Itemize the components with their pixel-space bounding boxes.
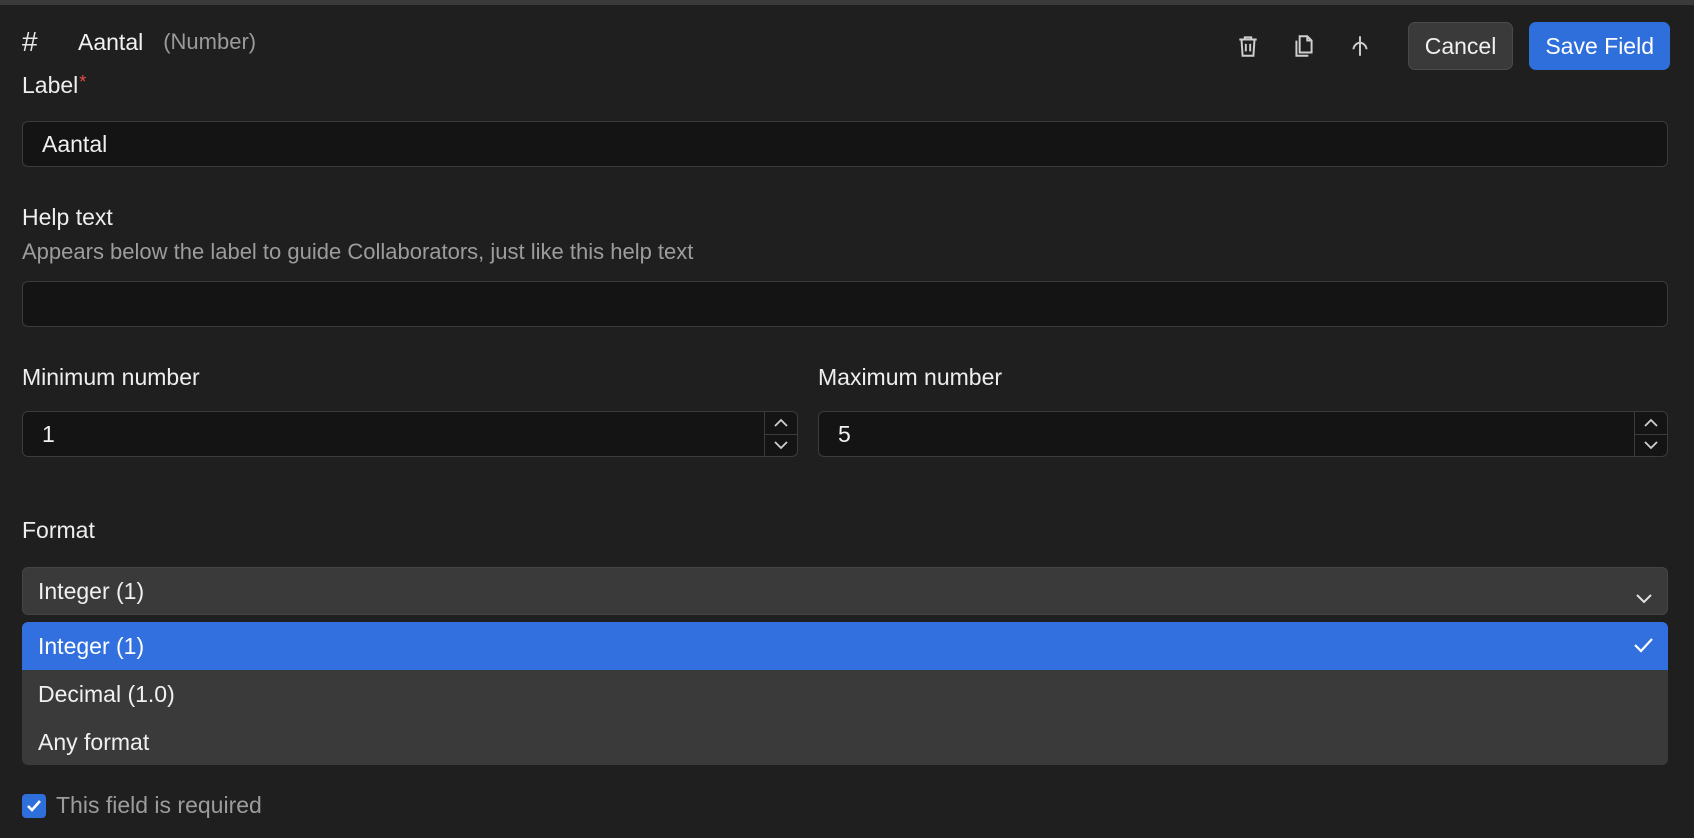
maximum-number-input[interactable]: 5 (818, 411, 1668, 457)
minimum-number-label: Minimum number (22, 364, 200, 390)
help-text-input[interactable] (22, 281, 1668, 327)
decrement-icon[interactable] (765, 433, 797, 457)
top-border (0, 0, 1694, 5)
maximum-number-stepper (1634, 412, 1667, 456)
format-option-decimal[interactable]: Decimal (1.0) (22, 670, 1668, 718)
trash-icon[interactable] (1220, 22, 1276, 70)
format-dropdown-menu: Integer (1) Decimal (1.0) Any format (22, 622, 1668, 765)
label-input[interactable]: Aantal (22, 121, 1668, 167)
field-title: Aantal (78, 28, 144, 55)
minimum-number-value: 1 (42, 420, 55, 447)
label-text: Label (22, 72, 79, 98)
format-select[interactable]: Integer (1) (22, 567, 1668, 615)
format-option-integer[interactable]: Integer (1) (22, 622, 1668, 670)
minimum-number-input[interactable]: 1 (22, 411, 798, 457)
format-label: Format (22, 517, 95, 543)
branch-icon[interactable] (1332, 22, 1388, 70)
maximum-number-label: Maximum number (818, 364, 1003, 390)
required-checkbox[interactable] (22, 793, 46, 818)
maximum-number-value: 5 (838, 420, 851, 447)
minimum-number-stepper (764, 412, 797, 456)
required-asterisk: * (79, 72, 87, 92)
hash-icon: # (22, 26, 38, 57)
format-option-any[interactable]: Any format (22, 718, 1668, 765)
required-toggle[interactable]: This field is required (22, 792, 262, 819)
help-text-description: Appears below the label to guide Collabo… (22, 239, 694, 264)
save-field-button[interactable]: Save Field (1529, 22, 1670, 70)
cancel-button[interactable]: Cancel (1407, 22, 1514, 70)
field-header: # Aantal (Number) (22, 22, 256, 62)
chevron-down-icon (1635, 583, 1653, 610)
help-text-label: Help text (22, 204, 113, 230)
checkmark-icon (27, 799, 41, 812)
required-checkbox-label: This field is required (56, 792, 262, 818)
format-selected-value: Integer (1) (38, 577, 145, 604)
increment-icon[interactable] (1635, 412, 1667, 434)
field-type: (Number) (163, 29, 257, 54)
decrement-icon[interactable] (1635, 433, 1667, 457)
copy-icon[interactable] (1276, 22, 1332, 70)
field-toolbar: Cancel Save Field (1220, 22, 1670, 70)
increment-icon[interactable] (765, 412, 797, 434)
label-field-label: Label* (22, 72, 86, 99)
check-icon (1632, 634, 1654, 662)
